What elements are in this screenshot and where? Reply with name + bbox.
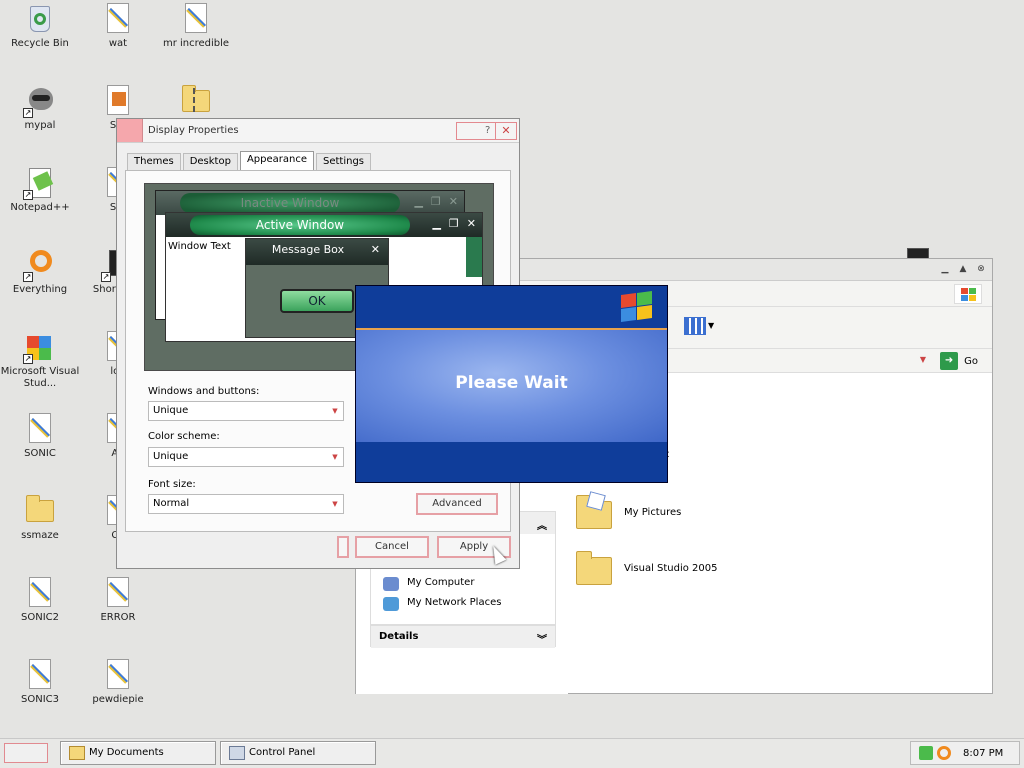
clock[interactable]: 8:07 PM <box>963 748 1003 759</box>
pictures-folder-icon <box>574 491 614 531</box>
close-icon: ✕ <box>501 124 511 137</box>
windows-buttons-select[interactable]: Unique ▼ <box>148 401 344 421</box>
desktop-icon-pewdiepie[interactable]: pewdiepie <box>78 658 158 706</box>
control-panel-icon <box>229 746 245 760</box>
tab-desktop[interactable]: Desktop <box>182 153 238 171</box>
desktop-icon-mypal[interactable]: ↗ mypal <box>0 84 80 132</box>
close-button[interactable]: ✕ <box>495 122 517 140</box>
window-menu-icon[interactable] <box>117 119 143 142</box>
network-icon <box>383 597 399 611</box>
desktop-icon-wat[interactable]: wat <box>78 2 158 50</box>
computer-icon <box>383 577 399 591</box>
color-scheme-label: Color scheme: <box>148 431 220 442</box>
system-tray: 8:07 PM <box>910 741 1020 765</box>
tray-network-icon[interactable] <box>919 746 933 760</box>
desktop-icon-everything[interactable]: ↗ Everything <box>0 248 80 296</box>
file-icon <box>101 84 135 118</box>
please-wait-message: Please Wait <box>455 373 568 393</box>
tab-settings[interactable]: Settings <box>316 153 372 171</box>
desktop-icon-recycle-bin[interactable]: Recycle Bin <box>0 2 80 50</box>
desktop-icon-mr-incredible[interactable]: mr incredible <box>156 2 236 50</box>
notepad-icon: ↗ <box>23 166 57 200</box>
ok-button[interactable] <box>337 536 349 558</box>
visual-studio-icon: ↗ <box>23 330 57 364</box>
taskbar: My Documents Control Panel 8:07 PM <box>0 738 1024 768</box>
link-my-computer[interactable]: My Computer <box>371 574 555 594</box>
chevron-down-icon: ▼ <box>332 407 338 415</box>
advanced-button[interactable]: Advanced <box>416 493 498 515</box>
desktop-icon-sonic3[interactable]: SONIC3 <box>0 658 80 706</box>
help-button[interactable]: ? <box>456 122 496 140</box>
go-button[interactable]: ➜ Go <box>940 352 978 370</box>
cancel-button[interactable]: Cancel <box>355 536 429 558</box>
link-my-network-places[interactable]: My Network Places <box>371 594 555 614</box>
windows-logo-icon <box>619 290 653 323</box>
preview-ok-button: OK <box>280 289 354 313</box>
please-wait-dialog: Please Wait <box>355 285 668 483</box>
folder-item-visual-studio-2005[interactable]: Visual Studio 2005 <box>574 549 718 587</box>
close-icon[interactable]: ⊗ <box>974 263 988 276</box>
close-icon: ✕ <box>370 243 380 256</box>
search-icon: ↗ <box>23 248 57 282</box>
preview-scrollbar <box>466 237 482 277</box>
tab-themes[interactable]: Themes <box>127 153 181 171</box>
chevron-down-icon[interactable]: ▼ <box>708 321 714 330</box>
folder-icon <box>23 494 57 528</box>
brush-file-icon <box>23 576 57 610</box>
go-arrow-icon: ➜ <box>940 352 959 370</box>
dialog-title: Display Properties <box>148 125 239 136</box>
brush-file-icon <box>101 576 135 610</box>
tab-strip: Themes Desktop Appearance Settings <box>127 151 373 171</box>
raccoon-icon: ↗ <box>23 84 57 118</box>
collapsible-panel-details[interactable]: Details ︾ <box>370 625 556 648</box>
collapse-icon[interactable]: ︽ <box>537 517 547 532</box>
font-size-label: Font size: <box>148 479 196 490</box>
minimize-icon: ▁ <box>432 217 441 230</box>
folder-icon <box>69 746 85 760</box>
brush-file-icon <box>101 2 135 36</box>
taskbar-item-my-documents[interactable]: My Documents <box>60 741 216 765</box>
windows-flag-icon <box>954 284 982 304</box>
start-button[interactable] <box>4 743 48 763</box>
tray-search-icon[interactable] <box>937 746 951 760</box>
restore-icon: ❐ <box>448 217 459 230</box>
desktop-icon-ssmaze[interactable]: ssmaze <box>0 494 80 542</box>
font-size-select[interactable]: Normal ▼ <box>148 494 344 514</box>
minimize-icon[interactable]: ▁ <box>938 263 952 276</box>
views-icon[interactable] <box>684 317 706 335</box>
address-dropdown-icon[interactable]: ▼ <box>916 353 930 367</box>
brush-file-icon <box>23 412 57 446</box>
brush-file-icon <box>101 658 135 692</box>
expand-icon[interactable]: ︾ <box>537 631 547 646</box>
brush-file-icon <box>179 2 213 36</box>
recycle-bin-icon <box>23 2 57 36</box>
chevron-down-icon: ▼ <box>332 500 338 508</box>
zip-folder-icon <box>179 84 213 118</box>
desktop-icon-zip-folder[interactable] <box>156 84 236 118</box>
taskbar-item-control-panel[interactable]: Control Panel <box>220 741 376 765</box>
color-scheme-select[interactable]: Unique ▼ <box>148 447 344 467</box>
desktop-icon-visual-studio[interactable]: ↗ Microsoft Visual Stud... <box>0 330 80 390</box>
maximize-icon[interactable]: ▲ <box>956 263 970 276</box>
folder-item-my-pictures[interactable]: My Pictures <box>574 491 681 531</box>
desktop-icon-sonic2[interactable]: SONIC2 <box>0 576 80 624</box>
chevron-down-icon: ▼ <box>332 453 338 461</box>
desktop-icon-notepad-plus-plus[interactable]: ↗ Notepad++ <box>0 166 80 214</box>
dialog-title-bar[interactable]: Display Properties ? ✕ <box>117 119 519 143</box>
close-icon: ✕ <box>466 217 476 230</box>
desktop-icon-error[interactable]: ERROR <box>78 576 158 624</box>
windows-buttons-label: Windows and buttons: <box>148 386 260 397</box>
folder-icon <box>574 549 614 587</box>
desktop-icon-sonic[interactable]: SONIC <box>0 412 80 460</box>
tab-appearance[interactable]: Appearance <box>239 151 314 171</box>
brush-file-icon <box>23 658 57 692</box>
